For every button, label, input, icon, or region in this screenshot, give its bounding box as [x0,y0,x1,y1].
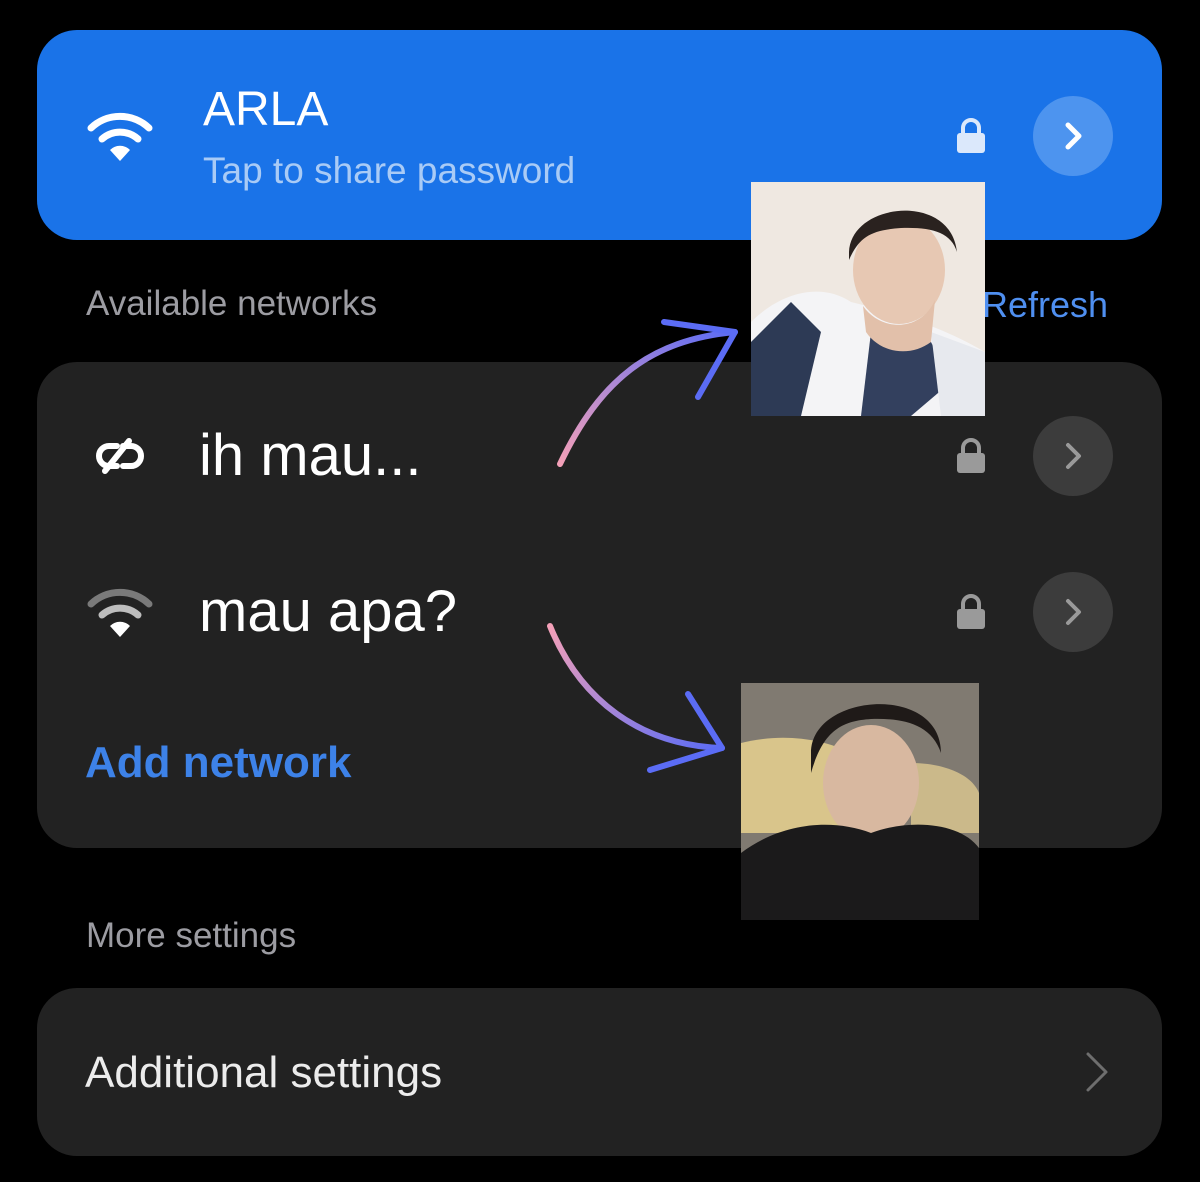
refresh-button[interactable]: Refresh [982,284,1108,326]
chevron-right-icon [1066,599,1081,625]
available-networks-list: ih mau... mau apa? Add network [37,362,1162,848]
connected-network-card[interactable]: ARLA Tap to share password [37,30,1162,240]
network-item[interactable]: mau apa? [37,550,1162,670]
chevron-right-icon [1066,443,1081,469]
available-networks-heading: Available networks [86,284,378,323]
network-details-button[interactable] [1033,572,1113,652]
link-icon [96,438,144,474]
network-name: ih mau... [199,423,422,488]
lock-icon [957,594,985,629]
more-settings-heading: More settings [86,916,297,955]
wifi-icon [87,588,153,637]
network-details-button[interactable] [1033,96,1113,176]
chevron-right-icon [1086,1052,1108,1092]
share-password-hint[interactable]: Tap to share password [203,150,575,192]
network-details-button[interactable] [1033,416,1113,496]
additional-settings-item[interactable]: Additional settings [37,988,1162,1156]
overlay-photo [741,683,979,920]
chevron-right-icon [1065,122,1082,150]
overlay-photo [751,182,985,416]
additional-settings-label: Additional settings [85,1048,443,1097]
add-network-button[interactable]: Add network [85,738,351,788]
connected-network-name: ARLA [203,83,329,136]
wifi-icon [87,112,153,161]
lock-icon [957,118,985,153]
network-item[interactable]: ih mau... [37,394,1162,514]
network-name: mau apa? [199,579,457,644]
lock-icon [957,438,985,473]
